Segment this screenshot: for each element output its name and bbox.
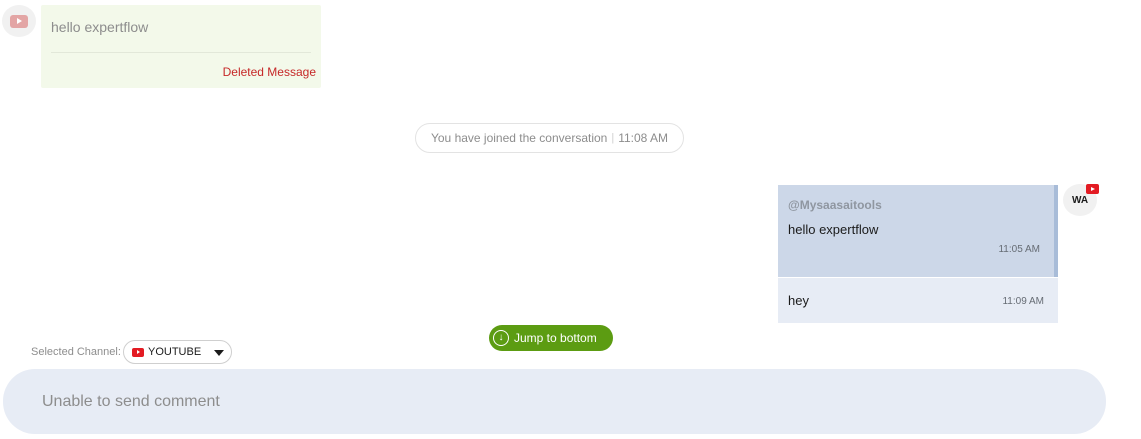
system-notice-text: You have joined the conversation bbox=[430, 131, 608, 145]
deleted-message-bubble: hello expertflow Deleted Message bbox=[41, 5, 321, 88]
message-divider bbox=[51, 52, 311, 53]
youtube-icon bbox=[132, 347, 144, 357]
youtube-icon bbox=[10, 14, 28, 28]
deleted-message-text: hello expertflow bbox=[51, 19, 149, 35]
conversation-panel: hello expertflow Deleted Message You hav… bbox=[0, 0, 1141, 439]
message-text: hey bbox=[788, 293, 809, 308]
message-time: 11:05 AM bbox=[998, 244, 1040, 255]
agent-initials: WA bbox=[1071, 194, 1089, 206]
selected-channel-label: Selected Channel: bbox=[31, 346, 121, 358]
system-notice-separator: | bbox=[611, 132, 615, 144]
caret-down-icon bbox=[214, 350, 224, 356]
message-text: hello expertflow bbox=[788, 222, 879, 237]
jump-to-bottom-label: Jump to bottom bbox=[514, 331, 597, 345]
message-composer[interactable]: Unable to send comment bbox=[3, 369, 1106, 434]
outgoing-message: hey 11:09 AM bbox=[778, 278, 1058, 323]
youtube-icon bbox=[1086, 184, 1099, 194]
channel-dropdown[interactable]: YOUTUBE bbox=[123, 340, 232, 364]
system-notice-time: 11:08 AM bbox=[618, 131, 669, 145]
message-sender: @Mysaasaitools bbox=[788, 198, 882, 212]
message-time: 11:09 AM bbox=[1002, 296, 1044, 307]
customer-avatar bbox=[2, 5, 36, 37]
channel-dropdown-value: YOUTUBE bbox=[148, 346, 202, 358]
jump-to-bottom-button[interactable]: ↓ Jump to bottom bbox=[489, 325, 613, 351]
deleted-message-status: Deleted Message bbox=[222, 65, 316, 79]
composer-disabled-text: Unable to send comment bbox=[42, 392, 220, 410]
arrow-down-circle-icon: ↓ bbox=[493, 330, 509, 346]
outgoing-message: @Mysaasaitools hello expertflow 11:05 AM bbox=[778, 185, 1058, 277]
system-notice: You have joined the conversation | 11:08… bbox=[415, 123, 684, 153]
agent-avatar: WA bbox=[1063, 184, 1099, 216]
